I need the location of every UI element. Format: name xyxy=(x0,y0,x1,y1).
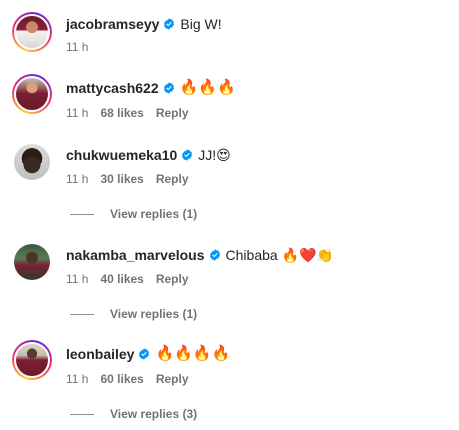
view-replies-button[interactable]: View replies (3) xyxy=(70,406,197,422)
comment-text: 🔥🔥🔥🔥 xyxy=(155,345,231,362)
view-replies-label: View replies (3) xyxy=(110,407,198,421)
comment-timestamp[interactable]: 11 h xyxy=(66,271,88,287)
comment-text: Big W! xyxy=(180,16,222,32)
verified-badge-icon xyxy=(182,149,193,161)
view-replies-label: View replies (1) xyxy=(110,207,198,221)
comment-timestamp[interactable]: 11 h xyxy=(66,105,88,121)
comment-text: Chibaba 🔥❤️👏 xyxy=(225,247,334,263)
divider xyxy=(70,213,94,215)
likes-count[interactable]: 30 likes xyxy=(100,171,143,187)
avatar[interactable] xyxy=(12,340,52,380)
verified-badge-icon xyxy=(139,348,150,360)
view-replies-label: View replies (1) xyxy=(110,307,198,321)
reply-button[interactable]: Reply xyxy=(156,105,189,121)
verified-badge-icon xyxy=(209,249,220,261)
view-replies-button[interactable]: View replies (1) xyxy=(70,206,197,222)
likes-count[interactable]: 40 likes xyxy=(100,271,143,287)
avatar[interactable] xyxy=(12,12,52,52)
reply-button[interactable]: Reply xyxy=(156,271,189,287)
avatar[interactable] xyxy=(12,74,52,114)
comment-username[interactable]: mattycash622 xyxy=(66,79,159,97)
comment-timestamp[interactable]: 11 h xyxy=(66,39,88,55)
verified-badge-icon xyxy=(164,18,175,30)
comment-username[interactable]: jacobramseyy xyxy=(66,15,159,33)
divider xyxy=(70,313,94,315)
comment-text: 🔥🔥🔥 xyxy=(179,79,236,96)
comment-username[interactable]: leonbailey xyxy=(66,345,134,363)
avatar[interactable] xyxy=(14,144,50,180)
avatar[interactable] xyxy=(14,244,50,280)
likes-count[interactable]: 68 likes xyxy=(100,105,143,121)
verified-badge-icon xyxy=(163,82,174,94)
comment-timestamp[interactable]: 11 h xyxy=(66,171,88,187)
comment-username[interactable]: chukwuemeka10 xyxy=(66,146,177,164)
view-replies-button[interactable]: View replies (1) xyxy=(70,306,197,322)
comment-text: JJ!😍 xyxy=(198,147,231,163)
reply-button[interactable]: Reply xyxy=(156,371,189,387)
comment-timestamp[interactable]: 11 h xyxy=(66,371,88,387)
reply-button[interactable]: Reply xyxy=(156,171,189,187)
divider xyxy=(70,413,94,415)
likes-count[interactable]: 60 likes xyxy=(100,371,143,387)
comment-username[interactable]: nakamba_marvelous xyxy=(66,246,205,264)
